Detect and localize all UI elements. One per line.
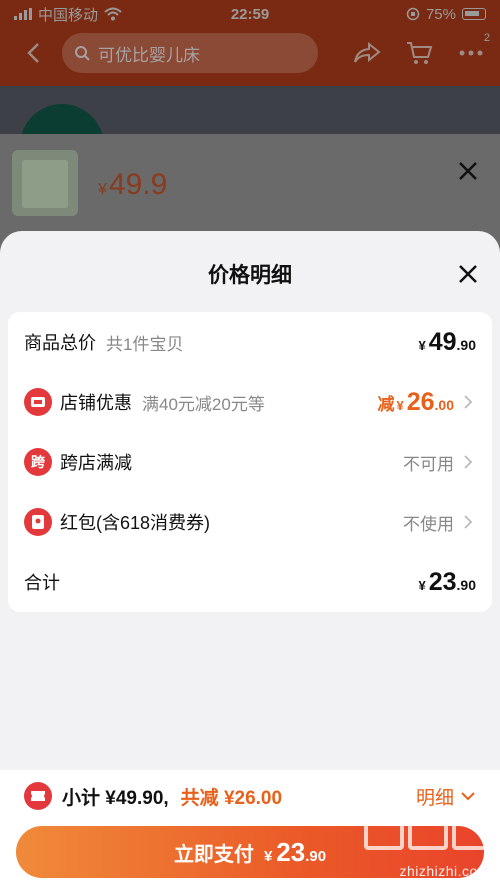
row-cross-store[interactable]: 跨 跨店满减 不可用: [8, 432, 492, 492]
status-bar: 中国移动 22:59 75%: [0, 0, 500, 28]
cross-store-value: 不可用: [403, 450, 476, 475]
search-placeholder: 可优比婴儿床: [98, 45, 200, 65]
orientation-lock-icon: [406, 7, 420, 21]
pay-now-button[interactable]: 立即支付 ¥ 23 .90: [16, 826, 484, 878]
detail-toggle[interactable]: 明细: [416, 783, 476, 810]
share-icon[interactable]: [352, 38, 382, 68]
chevron-down-icon: [461, 792, 475, 801]
shop-coupon-icon: [24, 388, 52, 416]
subtotal-row: 小计 ¥49.90, 共减 ¥26.00 明细: [0, 770, 500, 822]
battery-percent: 75%: [425, 5, 456, 23]
product-thumbnail: [12, 150, 78, 216]
pay-label: 立即支付: [173, 843, 254, 866]
sku-price-currency: ¥: [98, 181, 107, 198]
sheet-close-icon[interactable]: [455, 261, 481, 287]
top-nav: 可优比婴儿床 2: [0, 28, 500, 78]
row-shop-discount[interactable]: 店铺优惠 满40元减20元等 减 ¥ 26 .00: [8, 372, 492, 432]
more-badge: 2: [483, 32, 490, 44]
amount-decimal: .00: [434, 396, 454, 413]
chevron-right-icon: [464, 514, 473, 529]
currency-symbol: ¥: [396, 397, 404, 413]
battery-icon: [462, 8, 486, 20]
sku-price: ¥ 49.9: [98, 168, 167, 202]
sheet-title: 价格明细: [208, 264, 292, 287]
sku-price-value: 49.9: [108, 168, 168, 201]
amount-integer: 26: [406, 387, 435, 416]
pay-amount: ¥ 23 .90: [264, 837, 326, 868]
nav-actions: 2: [352, 32, 490, 68]
row-sub: 共1件宝贝: [106, 334, 184, 354]
chevron-right-icon: [464, 394, 473, 409]
detail-label: 明细: [415, 787, 454, 809]
red-packet-value: 不使用: [403, 510, 476, 535]
cross-store-icon: 跨: [24, 448, 52, 476]
row-sub: 满40元减20元等: [142, 394, 265, 414]
subtotal-text: 小计 ¥49.90,: [62, 787, 169, 809]
discount-prefix: 减: [377, 394, 395, 414]
status-left: 中国移动: [14, 4, 122, 25]
total-amount: ¥ 23 .90: [418, 568, 476, 597]
row-value: 不可用: [403, 454, 454, 474]
row-label: 店铺优惠: [60, 393, 132, 413]
ticket-icon: [24, 782, 52, 810]
amount-integer: 49: [428, 327, 457, 356]
more-icon[interactable]: 2: [456, 32, 490, 68]
row-label: 红包(含618消费券): [60, 513, 211, 533]
shop-discount-amount: 减 ¥ 26 .00: [377, 388, 454, 417]
price-detail-card: 商品总价 共1件宝贝 ¥ 49 .90 店铺优惠 满40元减20元等 减 ¥ 2…: [8, 312, 492, 612]
row-total: 合计 ¥ 23 .90: [8, 552, 492, 612]
currency-symbol: ¥: [418, 577, 426, 593]
row-label: 跨店满减: [60, 453, 132, 473]
amount-integer: 23: [276, 836, 306, 867]
amount-decimal: .90: [456, 576, 476, 593]
amount-decimal: .90: [456, 336, 476, 353]
status-right: 75%: [406, 6, 486, 23]
row-label: 合计: [24, 573, 60, 593]
sku-close-icon[interactable]: [455, 158, 481, 184]
amount-integer: 23: [428, 567, 457, 596]
row-label: 商品总价: [24, 333, 96, 353]
chevron-right-icon: [464, 454, 473, 469]
currency-symbol: ¥: [418, 337, 426, 353]
back-icon[interactable]: [18, 38, 48, 68]
search-input[interactable]: 可优比婴儿床: [62, 33, 318, 73]
row-goods-total: 商品总价 共1件宝贝 ¥ 49 .90: [8, 312, 492, 372]
wifi-icon: [104, 7, 122, 21]
red-packet-icon: [24, 508, 52, 536]
signal-icon: [14, 8, 32, 20]
shop-discount-value: 减 ¥ 26 .00: [377, 388, 476, 417]
cart-icon[interactable]: [404, 38, 434, 68]
total-discount-text: 共减 ¥26.00: [180, 787, 283, 809]
goods-total-amount: ¥ 49 .90: [418, 328, 476, 357]
checkout-bar: 小计 ¥49.90, 共减 ¥26.00 明细 立即支付 ¥ 23 .90: [0, 770, 500, 889]
row-red-packet[interactable]: 红包(含618消费券) 不使用: [8, 492, 492, 552]
search-icon: [75, 46, 90, 61]
amount-decimal: .90: [305, 847, 327, 865]
row-value: 不使用: [403, 514, 454, 534]
currency-symbol: ¥: [263, 847, 273, 865]
carrier-label: 中国移动: [38, 6, 99, 24]
